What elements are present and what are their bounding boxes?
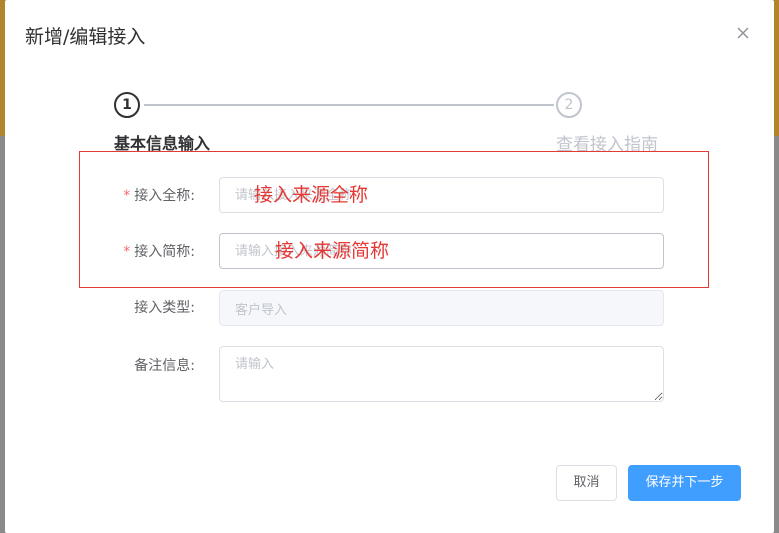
full-name-label: * 接入全称: bbox=[5, 185, 195, 205]
full-name-input[interactable] bbox=[219, 177, 664, 213]
add-edit-access-dialog: 新增/编辑接入 1 2 基本信息输入 查看接入指南 *接入全称: *接入简称: … bbox=[5, 0, 774, 533]
dialog-title: 新增/编辑接入 bbox=[25, 26, 146, 48]
remark-textarea[interactable] bbox=[219, 346, 664, 402]
short-name-label-text: 接入简称: bbox=[134, 244, 195, 260]
step-1-indicator: 1 bbox=[114, 92, 140, 118]
save-and-next-button[interactable]: 保存并下一步 bbox=[628, 465, 741, 501]
step-2-indicator: 2 bbox=[556, 92, 582, 118]
step-1-title: 基本信息输入 bbox=[114, 134, 211, 153]
step-connector-line bbox=[144, 104, 554, 106]
close-icon[interactable] bbox=[732, 22, 754, 44]
required-marker: * bbox=[123, 244, 131, 260]
access-type-input bbox=[219, 290, 664, 326]
full-name-label-text: 接入全称: bbox=[134, 188, 195, 204]
remark-label: 备注信息: bbox=[134, 358, 195, 374]
access-type-label: 接入类型: bbox=[134, 300, 195, 316]
short-name-label: * 接入简称: bbox=[5, 241, 195, 261]
cancel-button[interactable]: 取消 bbox=[556, 465, 617, 501]
short-name-input[interactable] bbox=[219, 233, 664, 269]
required-marker: * bbox=[123, 188, 131, 204]
step-2-title: 查看接入指南 bbox=[556, 135, 658, 155]
